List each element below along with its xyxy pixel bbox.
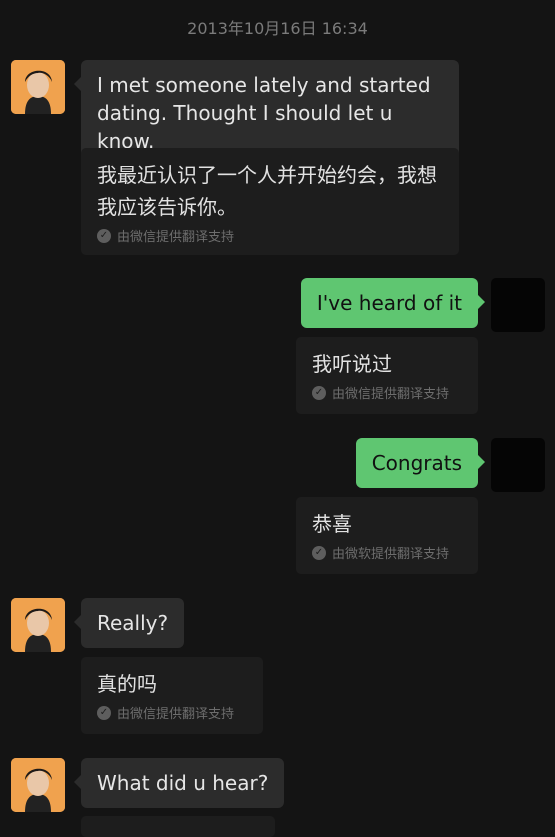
translation-credit-text: 由微信提供翻译支持	[332, 387, 450, 402]
translation-box: 我最近认识了一个人并开始约会，我想我应该告诉你。 ✓ 由微信提供翻译支持	[81, 148, 459, 255]
translation-text: 真的吗	[97, 672, 157, 696]
translation-credit-text: 由微信提供翻译支持	[117, 707, 235, 722]
checkmark-icon: ✓	[97, 705, 111, 720]
translation-credit-text: 由微软提供翻译支持	[332, 547, 450, 562]
message-text: Congrats	[371, 451, 462, 475]
my-avatar[interactable]	[491, 278, 545, 332]
translation-credit: ✓ 由微软提供翻译支持	[312, 543, 462, 562]
message-text: What did u hear?	[97, 771, 269, 795]
checkmark-icon: ✓	[312, 545, 326, 560]
translation-text: 恭喜	[312, 512, 352, 536]
translation-box	[81, 816, 275, 837]
message-bubble-incoming[interactable]: What did u hear?	[74, 758, 285, 808]
contact-avatar[interactable]	[11, 758, 65, 812]
message-text: I met someone lately and started dating.…	[97, 73, 431, 153]
translation-box: 恭喜 ✓ 由微软提供翻译支持	[296, 497, 478, 574]
message-bubble-incoming[interactable]: Really?	[74, 598, 185, 648]
contact-avatar[interactable]	[11, 60, 65, 114]
checkmark-icon: ✓	[97, 228, 111, 243]
translation-credit: ✓ 由微信提供翻译支持	[97, 226, 443, 245]
person-avatar-icon	[11, 758, 65, 812]
message-bubble-outgoing[interactable]: I've heard of it	[300, 278, 485, 328]
translation-text: 我最近认识了一个人并开始约会，我想我应该告诉你。	[97, 163, 437, 219]
checkmark-icon: ✓	[312, 385, 326, 400]
message-bubble-outgoing[interactable]: Congrats	[355, 438, 485, 488]
my-avatar[interactable]	[491, 438, 545, 492]
translation-box: 我听说过 ✓ 由微信提供翻译支持	[296, 337, 478, 414]
translation-box: 真的吗 ✓ 由微信提供翻译支持	[81, 657, 263, 734]
translation-credit-text: 由微信提供翻译支持	[117, 230, 235, 245]
translation-credit: ✓ 由微信提供翻译支持	[97, 703, 247, 722]
person-avatar-icon	[11, 60, 65, 114]
chat-timestamp: 2013年10月16日 16:34	[187, 19, 368, 38]
person-avatar-icon	[11, 598, 65, 652]
message-text: Really?	[97, 611, 169, 635]
translation-credit: ✓ 由微信提供翻译支持	[312, 383, 462, 402]
translation-text: 我听说过	[312, 352, 392, 376]
message-text: I've heard of it	[316, 291, 462, 315]
contact-avatar[interactable]	[11, 598, 65, 652]
